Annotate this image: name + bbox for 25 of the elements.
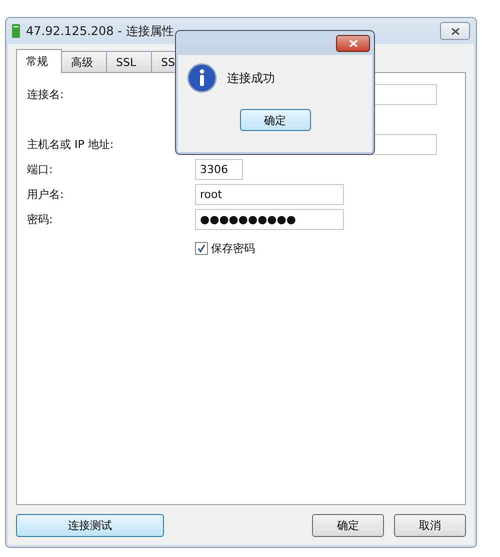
close-icon bbox=[450, 28, 460, 34]
cancel-button[interactable]: 取消 bbox=[394, 514, 466, 537]
field-label: 连接名: bbox=[27, 87, 65, 102]
test-connection-button[interactable]: 连接测试 bbox=[16, 514, 164, 537]
field-label: 用户名: bbox=[27, 187, 65, 202]
ok-button[interactable]: 确定 bbox=[240, 109, 310, 131]
info-icon bbox=[187, 63, 217, 93]
close-icon bbox=[348, 40, 358, 46]
tab[interactable]: SSL bbox=[106, 51, 152, 72]
window-title: 47.92.125.208 - 连接属性 bbox=[26, 22, 174, 40]
field-label: 密码: bbox=[27, 212, 54, 227]
tab[interactable]: 高级 bbox=[61, 51, 107, 72]
tab[interactable]: 常规 bbox=[16, 49, 62, 73]
checkbox-label: 保存密码 bbox=[211, 241, 255, 256]
input-field[interactable]: 3306 bbox=[195, 159, 243, 180]
checkbox[interactable] bbox=[195, 242, 208, 255]
ok-button[interactable]: 确定 bbox=[312, 514, 384, 537]
input-field[interactable]: root bbox=[195, 184, 344, 205]
field-label: 端口: bbox=[27, 162, 54, 177]
close-button[interactable] bbox=[336, 34, 370, 52]
close-button[interactable] bbox=[440, 22, 470, 40]
message-text: 连接成功 bbox=[227, 70, 275, 86]
input-field[interactable]: ●●●●●●●●●● bbox=[195, 209, 344, 230]
server-icon bbox=[12, 24, 20, 38]
field-label: 主机名或 IP 地址: bbox=[27, 137, 115, 152]
